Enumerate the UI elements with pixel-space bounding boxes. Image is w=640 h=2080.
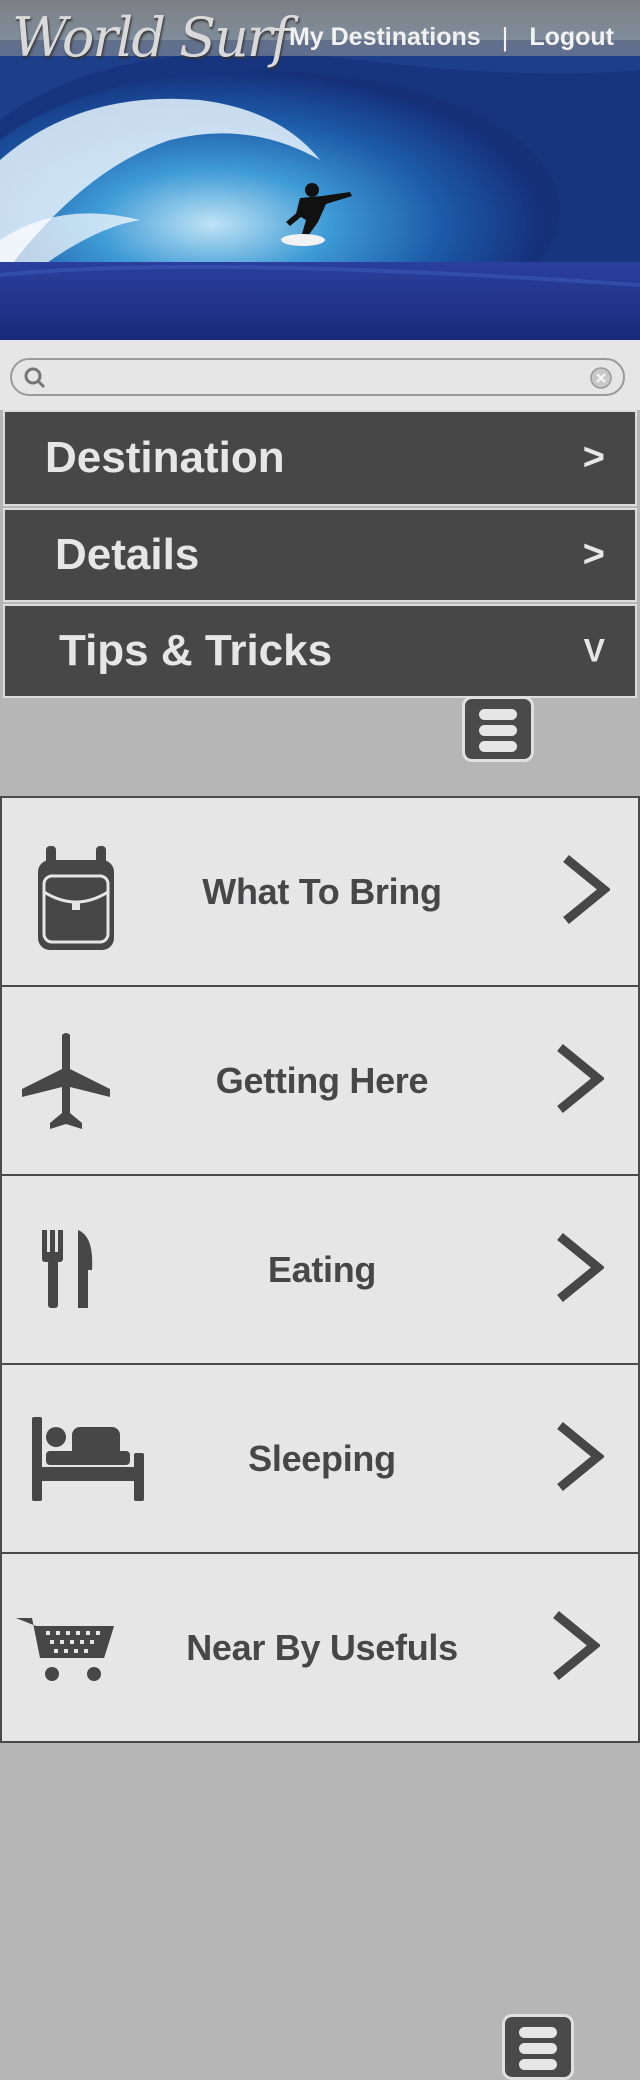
search-bar-container [0,340,640,410]
hero-banner: World Surf My Destinations | Logout [0,0,640,340]
tips-list: What To Bring Getting Here Eating Sleepi… [0,796,640,1743]
chevron-right-icon: > [582,533,605,576]
accordion-details[interactable]: Details > [3,508,637,602]
search-icon [24,367,46,394]
chevron-right-icon [560,854,612,929]
chevron-down-icon: V [583,632,605,669]
accordion-destination-label: Destination [45,433,285,482]
chevron-right-icon [554,1232,606,1307]
menu-bar [519,2027,557,2038]
tip-label: What To Bring [202,870,442,912]
clear-search-icon[interactable] [589,366,613,395]
tip-label: Near By Usefuls [186,1626,458,1668]
menu-bar [479,741,517,752]
tip-label: Eating [267,1248,377,1290]
search-input[interactable] [56,364,576,390]
menu-bar [479,725,517,736]
accordion-destination[interactable]: Destination > [3,410,637,506]
tip-sleeping[interactable]: Sleeping [0,1363,640,1554]
logout-link[interactable]: Logout [529,23,614,52]
my-destinations-link[interactable]: My Destinations [289,23,481,52]
nav-separator: | [501,22,509,52]
tip-label: Sleeping [248,1437,396,1479]
tip-what-to-bring[interactable]: What To Bring [0,796,640,987]
logo[interactable]: World Surf [12,6,291,69]
menu-bar [479,709,517,720]
menu-bar [519,2059,557,2070]
tip-near-by-usefuls[interactable]: Near By Usefuls [0,1552,640,1743]
chevron-right-icon: > [582,436,605,479]
tip-getting-here[interactable]: Getting Here [0,985,640,1176]
chevron-right-icon [554,1043,606,1118]
accordion-details-label: Details [55,530,200,579]
tip-label: Getting Here [215,1059,429,1101]
chevron-right-icon [550,1610,602,1685]
menu-bar [519,2043,557,2054]
top-bar: World Surf My Destinations | Logout [0,0,640,69]
top-nav: My Destinations | Logout [289,22,614,53]
chevron-right-icon [554,1421,606,1496]
accordion-tips-tricks[interactable]: Tips & Tricks V [3,604,637,698]
tip-eating[interactable]: Eating [0,1174,640,1365]
hamburger-menu-button-bottom[interactable] [502,2014,574,2080]
search-field[interactable] [10,358,625,396]
hamburger-menu-button[interactable] [462,696,534,762]
accordion-tips-tricks-label: Tips & Tricks [59,626,333,675]
